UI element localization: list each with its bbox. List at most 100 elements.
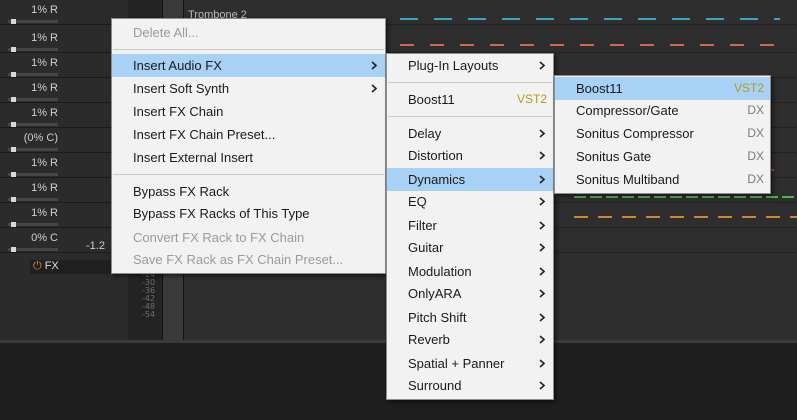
menu-item-compressor-gate[interactable]: Compressor/Gate DX	[555, 99, 770, 122]
pan-row[interactable]: 1% R	[0, 153, 128, 178]
menu-item-plugin-layouts[interactable]: Plug-In Layouts	[387, 54, 553, 77]
pan-handle[interactable]	[11, 172, 16, 177]
menu-item-bypass-fx-rack[interactable]: Bypass FX Rack	[112, 180, 385, 203]
audio-fx-submenu: Plug-In Layouts Boost11 VST2 Delay Disto…	[386, 53, 554, 400]
clip-waveform	[574, 216, 797, 218]
menu-item-insert-audio-fx[interactable]: Insert Audio FX	[112, 54, 385, 77]
menu-item-boost11-vst2[interactable]: Boost11 VST2	[555, 77, 770, 100]
pan-handle[interactable]	[11, 72, 16, 77]
menu-item-spatial-panner[interactable]: Spatial + Panner	[387, 352, 553, 375]
pan-row[interactable]: 1% R	[0, 78, 128, 103]
menu-item-onlyara[interactable]: OnlyARA	[387, 282, 553, 305]
pan-handle[interactable]	[11, 197, 16, 202]
pan-slider[interactable]	[8, 247, 58, 252]
pan-value: 1% R	[31, 182, 58, 194]
chevron-right-icon	[537, 144, 547, 167]
pan-row[interactable]: 1% R	[0, 53, 128, 78]
menu-item-bypass-fx-racks-type[interactable]: Bypass FX Racks of This Type	[112, 202, 385, 225]
pan-slider[interactable]	[8, 197, 58, 202]
clip-waveform	[400, 18, 780, 20]
pan-slider[interactable]	[8, 122, 58, 127]
context-menu: Delete All... Insert Audio FX Insert Sof…	[111, 18, 386, 274]
power-icon[interactable]: ⏻	[33, 260, 42, 272]
pan-handle[interactable]	[11, 19, 16, 24]
pan-handle[interactable]	[11, 47, 16, 52]
pan-handle[interactable]	[11, 97, 16, 102]
pan-slider[interactable]	[8, 19, 58, 24]
chevron-right-icon	[537, 54, 547, 77]
menu-item-insert-external-insert[interactable]: Insert External Insert	[112, 146, 385, 169]
chevron-right-icon	[537, 214, 547, 237]
chevron-right-icon	[537, 168, 547, 191]
chevron-right-icon	[369, 54, 379, 77]
pan-slider[interactable]	[8, 147, 58, 152]
pan-value: (0% C)	[23, 132, 58, 144]
pan-slider[interactable]	[8, 222, 58, 227]
pan-handle[interactable]	[11, 147, 16, 152]
pan-slider[interactable]	[8, 47, 58, 52]
menu-item-save-fx-rack-preset[interactable]: Save FX Rack as FX Chain Preset...	[112, 248, 385, 271]
pan-value: 1% R	[31, 4, 58, 16]
pan-value: 1% R	[31, 107, 58, 119]
pan-handle[interactable]	[11, 122, 16, 127]
pan-row[interactable]: 1% R	[0, 28, 128, 53]
pan-value: 1% R	[31, 82, 58, 94]
menu-item-pitch-shift[interactable]: Pitch Shift	[387, 306, 553, 329]
pan-slider[interactable]	[8, 72, 58, 77]
menu-item-sonitus-gate[interactable]: Sonitus Gate DX	[555, 145, 770, 168]
chevron-right-icon	[537, 328, 547, 351]
pan-value: 1% R	[31, 157, 58, 169]
menu-item-delete-all[interactable]: Delete All...	[112, 21, 385, 44]
pan-row[interactable]: 1% R	[0, 178, 128, 203]
chevron-right-icon	[537, 282, 547, 305]
chevron-right-icon	[537, 306, 547, 329]
menu-item-sonitus-multiband[interactable]: Sonitus Multiband DX	[555, 168, 770, 191]
pan-row[interactable]: 1% R	[0, 203, 128, 228]
pan-value: 1% R	[31, 207, 58, 219]
menu-item-boost11[interactable]: Boost11 VST2	[387, 88, 553, 111]
menu-item-insert-fx-chain-preset[interactable]: Insert FX Chain Preset...	[112, 123, 385, 146]
pan-slider[interactable]	[8, 172, 58, 177]
menu-item-sonitus-compressor[interactable]: Sonitus Compressor DX	[555, 122, 770, 145]
chevron-right-icon	[537, 352, 547, 375]
plugin-type-tag: VST2	[516, 92, 547, 106]
plugin-type-tag: DX	[747, 172, 764, 186]
pan-row[interactable]: (0% C)	[0, 128, 128, 153]
menu-item-surround[interactable]: Surround	[387, 374, 553, 397]
fx-label: FX	[44, 260, 59, 272]
clip-waveform	[574, 196, 797, 198]
menu-item-modulation[interactable]: Modulation	[387, 260, 553, 283]
pan-value: 0% C	[31, 232, 58, 244]
plugin-type-tag: DX	[747, 103, 764, 117]
plugin-type-tag: DX	[747, 126, 764, 140]
chevron-right-icon	[537, 260, 547, 283]
menu-item-insert-soft-synth[interactable]: Insert Soft Synth	[112, 77, 385, 100]
chevron-right-icon	[369, 77, 379, 100]
pan-row[interactable]: 1% R	[0, 0, 128, 25]
menu-item-guitar[interactable]: Guitar	[387, 236, 553, 259]
menu-item-delay[interactable]: Delay	[387, 122, 553, 145]
pan-row[interactable]: 1% R	[0, 103, 128, 128]
pan-handle[interactable]	[11, 247, 16, 252]
volume-value[interactable]: -1.2	[86, 240, 105, 252]
pan-handle[interactable]	[11, 222, 16, 227]
menu-item-eq[interactable]: EQ	[387, 190, 553, 213]
plugin-type-tag: DX	[747, 149, 764, 163]
menu-item-filter[interactable]: Filter	[387, 214, 553, 237]
chevron-right-icon	[537, 190, 547, 213]
menu-item-dynamics[interactable]: Dynamics	[387, 168, 553, 191]
chevron-right-icon	[537, 122, 547, 145]
pan-value: 1% R	[31, 57, 58, 69]
menu-item-insert-fx-chain[interactable]: Insert FX Chain	[112, 100, 385, 123]
pan-slider[interactable]	[8, 97, 58, 102]
pan-value: 1% R	[31, 32, 58, 44]
chevron-right-icon	[537, 374, 547, 397]
pan-row[interactable]: 0% C	[0, 228, 128, 253]
fx-rack[interactable]: ⏻ FX	[30, 260, 118, 274]
clip-waveform	[400, 44, 780, 46]
menu-item-convert-fx-rack[interactable]: Convert FX Rack to FX Chain	[112, 226, 385, 249]
meter-label: -54	[142, 310, 156, 319]
dynamics-submenu: Boost11 VST2 Compressor/Gate DX Sonitus …	[554, 75, 771, 194]
menu-item-distortion[interactable]: Distortion	[387, 144, 553, 167]
menu-item-reverb[interactable]: Reverb	[387, 328, 553, 351]
